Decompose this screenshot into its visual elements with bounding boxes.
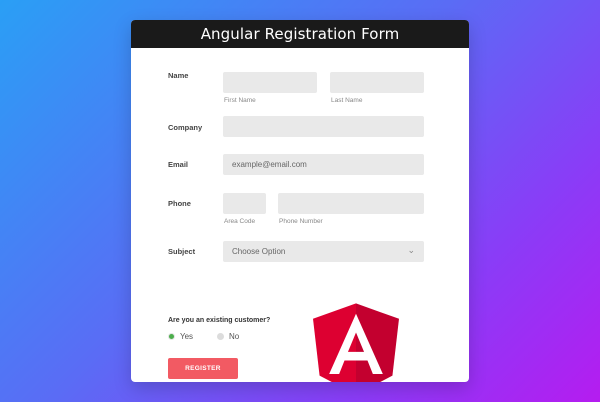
registration-card: Angular Registration Form Name First Nam… [131, 20, 469, 382]
first-name-sublabel: First Name [224, 97, 256, 104]
form-title: Angular Registration Form [200, 25, 400, 43]
existing-customer-question: Are you an existing customer? [168, 317, 271, 324]
first-name-input[interactable] [223, 72, 317, 93]
area-code-sublabel: Area Code [224, 218, 256, 225]
radio-selected-dot [169, 334, 174, 339]
area-code-input[interactable] [223, 193, 266, 214]
radio-no[interactable] [217, 333, 224, 340]
subject-selected-value: Choose Option [232, 247, 286, 256]
email-label: Email [168, 160, 189, 169]
phone-number-input[interactable] [278, 193, 424, 214]
last-name-sublabel: Last Name [331, 97, 363, 104]
email-input[interactable]: example@email.com [223, 154, 424, 175]
company-input[interactable] [223, 116, 424, 137]
phone-number-sublabel: Phone Number [279, 218, 323, 225]
radio-yes[interactable] [168, 333, 175, 340]
registration-form: Name First Name Last Name Company Email … [131, 48, 469, 382]
subject-select[interactable]: Choose Option ⌄ [223, 241, 424, 262]
angular-logo-icon [313, 303, 399, 382]
last-name-input[interactable] [330, 72, 424, 93]
subject-label: Subject [168, 247, 196, 256]
phone-label: Phone [168, 199, 191, 208]
name-label: Name [168, 71, 189, 80]
radio-yes-label[interactable]: Yes [180, 332, 193, 341]
register-button[interactable]: REGISTER [168, 358, 238, 379]
chevron-down-icon: ⌄ [407, 245, 415, 255]
card-header: Angular Registration Form [131, 20, 469, 48]
company-label: Company [168, 123, 203, 132]
radio-no-label[interactable]: No [229, 332, 239, 341]
